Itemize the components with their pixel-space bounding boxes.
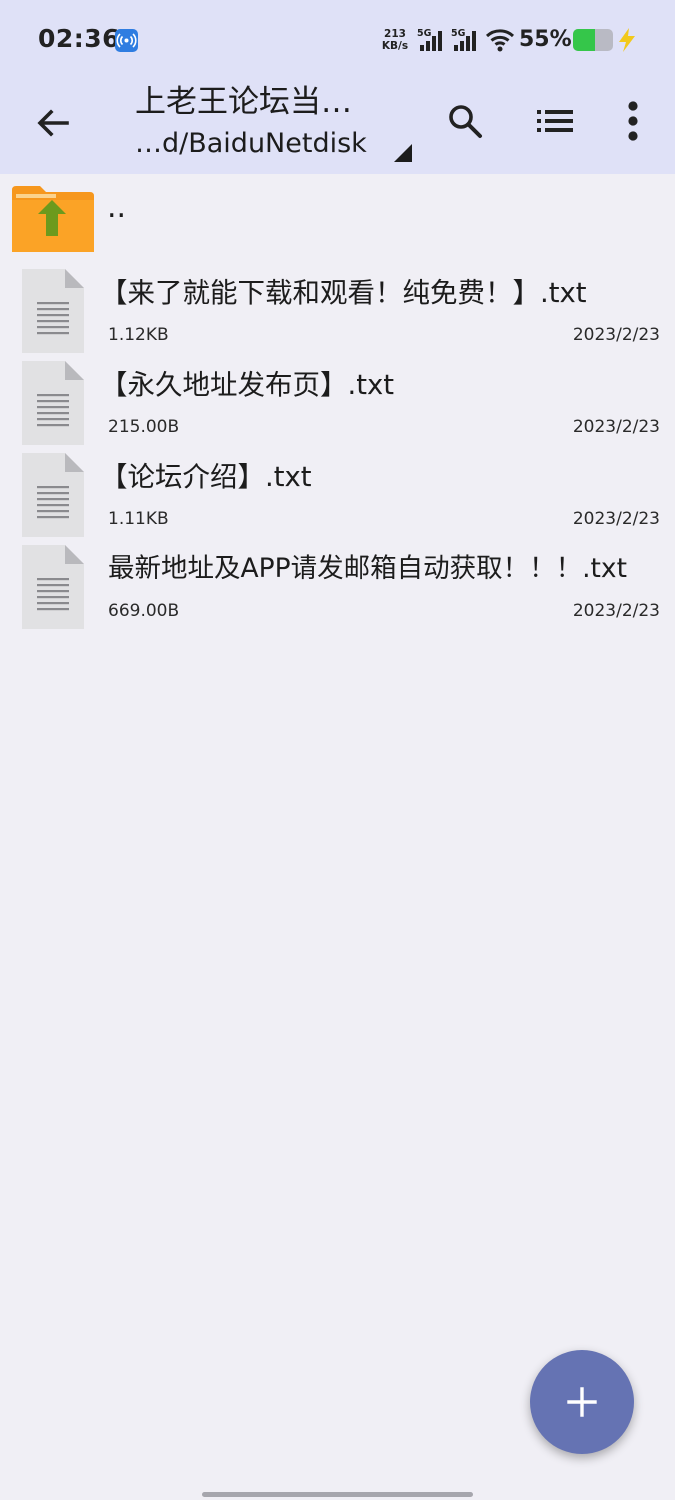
app-header: 02:36 213 KB/s 5G 5G 55% 上老王论坛当… …d/Baid… — [0, 0, 675, 174]
file-name: 【永久地址发布页】.txt — [100, 369, 395, 401]
file-size: 215.00B — [108, 417, 180, 437]
text-file-icon — [22, 545, 84, 629]
battery-level-fill — [573, 29, 595, 51]
net-speed-value: 213 — [384, 28, 406, 40]
status-bar: 02:36 213 KB/s 5G 5G 55% — [0, 0, 675, 80]
file-row[interactable]: 【论坛介绍】.txt 1.11KB 2023/2/23 — [0, 448, 675, 540]
folder-up-icon — [12, 186, 94, 252]
file-name: 【论坛介绍】.txt — [100, 461, 312, 493]
back-button[interactable] — [28, 98, 78, 148]
wifi-icon — [485, 29, 515, 52]
dropdown-triangle-icon[interactable] — [393, 143, 413, 163]
file-size: 1.12KB — [108, 325, 169, 345]
list-view-button[interactable] — [530, 96, 580, 146]
hotspot-icon — [115, 29, 138, 52]
search-icon — [449, 105, 482, 138]
file-date: 2023/2/23 — [572, 417, 660, 437]
file-name: 最新地址及APP请发邮箱自动获取！！！.txt — [108, 553, 627, 584]
file-date: 2023/2/23 — [572, 601, 660, 621]
signal-icon: 5G — [417, 28, 447, 52]
toolbar-title-block[interactable]: 上老王论坛当… …d/BaiduNetdisk — [135, 80, 435, 164]
list-view-icon — [537, 110, 573, 132]
file-manager-screen: 02:36 213 KB/s 5G 5G 55% 上老王论坛当… …d/Baid… — [0, 0, 675, 1500]
file-date: 2023/2/23 — [572, 325, 660, 345]
text-file-icon — [22, 269, 84, 353]
bolt-icon — [619, 28, 635, 52]
file-row[interactable]: 【永久地址发布页】.txt 215.00B 2023/2/23 — [0, 356, 675, 448]
battery-percent: 55% — [519, 27, 572, 52]
text-file-icon — [22, 361, 84, 445]
parent-directory-label: .. — [107, 190, 127, 225]
home-indicator[interactable] — [202, 1492, 473, 1497]
net-speed: 213 KB/s — [380, 28, 410, 52]
toolbar-path: …d/BaiduNetdisk — [135, 128, 367, 159]
back-arrow-icon — [37, 109, 69, 137]
battery-icon — [573, 29, 613, 51]
net-speed-unit: KB/s — [381, 40, 409, 52]
file-row[interactable]: 【来了就能下载和观看！纯免费！】.txt 1.12KB 2023/2/23 — [0, 264, 675, 356]
file-row[interactable]: 最新地址及APP请发邮箱自动获取！！！.txt 669.00B 2023/2/2… — [0, 540, 675, 632]
toolbar: 上老王论坛当… …d/BaiduNetdisk — [0, 80, 675, 174]
file-size: 669.00B — [108, 601, 180, 621]
plus-icon — [567, 1387, 597, 1417]
text-file-icon — [22, 453, 84, 537]
add-fab-button[interactable] — [530, 1350, 634, 1454]
signal-icon-2: 5G — [451, 28, 481, 52]
file-name: 【来了就能下载和观看！纯免费！】.txt — [100, 277, 587, 309]
parent-directory-row[interactable]: .. — [0, 174, 675, 260]
status-time: 02:36 — [38, 24, 121, 53]
toolbar-title: 上老王论坛当… — [135, 84, 352, 120]
more-vert-icon — [628, 101, 638, 141]
search-button[interactable] — [440, 96, 490, 146]
file-size: 1.11KB — [108, 509, 169, 529]
file-date: 2023/2/23 — [572, 509, 660, 529]
more-options-button[interactable] — [608, 96, 658, 146]
